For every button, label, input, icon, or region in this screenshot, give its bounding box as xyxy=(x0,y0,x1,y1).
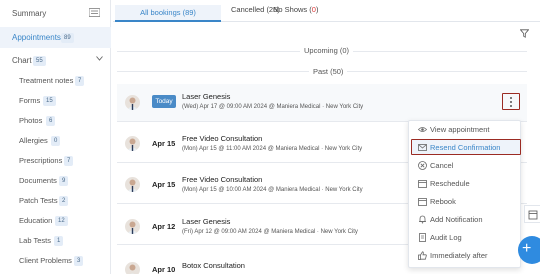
tab-no-shows-suffix: ) xyxy=(315,5,319,14)
photos-count-badge: 6 xyxy=(46,116,56,126)
kebab-icon xyxy=(510,101,512,103)
avatar xyxy=(125,177,140,192)
menu-item-immediately-after[interactable]: Immediately after xyxy=(409,247,522,265)
sidebar: Summary Appointments 89 Chart 55 Treatme… xyxy=(0,0,111,274)
filter-icon[interactable] xyxy=(520,29,529,38)
calendar-icon xyxy=(418,180,427,188)
booking-title[interactable]: Free Video Consultation xyxy=(182,175,262,184)
sidebar-item-photos[interactable]: Photos xyxy=(19,116,42,125)
eye-icon xyxy=(418,127,427,132)
booking-date: Apr 15 xyxy=(152,139,176,148)
sidebar-item-forms[interactable]: Forms xyxy=(19,96,40,105)
booking-details: (Fri) Apr 12 @ 09:00 AM 2024 @ Maniera M… xyxy=(182,229,358,235)
menu-item-add-notification[interactable]: Add Notification xyxy=(409,211,522,229)
menu-item-view-appointment[interactable]: View appointment xyxy=(409,121,522,139)
chevron-down-icon[interactable] xyxy=(96,56,103,61)
thumbs-up-icon xyxy=(418,251,427,260)
booking-details: (Mon) Apr 15 @ 11:00 AM 2024 @ Maniera M… xyxy=(182,146,363,152)
tab-no-shows-prefix: No Shows ( xyxy=(273,5,312,14)
patch-tests-count-badge: 2 xyxy=(59,196,69,206)
upcoming-header: Upcoming (0) xyxy=(300,46,354,55)
tab-all-bookings[interactable]: All bookings (89) xyxy=(115,5,221,22)
lab-tests-count-badge: 1 xyxy=(54,236,64,246)
menu-item-resend-confirmation[interactable]: Resend Confirmation xyxy=(411,139,521,155)
menu-item-label: Resend Confirmation xyxy=(430,143,501,152)
sidebar-item-prescriptions[interactable]: Prescriptions xyxy=(19,156,62,165)
today-badge: Today xyxy=(152,95,176,108)
menu-item-label: Add Notification xyxy=(430,215,483,224)
booking-title[interactable]: Free Video Consultation xyxy=(182,134,262,143)
more-options-button[interactable] xyxy=(502,93,520,110)
booking-title[interactable]: Laser Genesis xyxy=(182,92,230,101)
sidebar-item-patch-tests[interactable]: Patch Tests xyxy=(19,196,58,205)
sidebar-item-allergies[interactable]: Allergies xyxy=(19,136,48,145)
education-count-badge: 12 xyxy=(55,216,68,226)
booking-date: Apr 10 xyxy=(152,265,176,274)
sidebar-item-summary[interactable]: Summary xyxy=(12,9,46,18)
kebab-icon xyxy=(510,105,512,107)
booking-actions-menu: View appointment Resend Confirmation Can… xyxy=(408,120,521,268)
menu-item-label: Cancel xyxy=(430,161,454,170)
sidebar-item-documents[interactable]: Documents xyxy=(19,176,57,185)
avatar xyxy=(125,219,140,234)
tab-no-shows[interactable]: No Shows (0) xyxy=(273,5,318,22)
treatment-notes-count-badge: 7 xyxy=(75,76,85,86)
menu-item-label: Audit Log xyxy=(430,233,462,242)
booking-row[interactable]: Today Laser Genesis (Wed) Apr 17 @ 09:00… xyxy=(117,84,527,122)
sidebar-item-client-problems[interactable]: Client Problems xyxy=(19,256,72,265)
booking-details: (Mon) Apr 15 @ 10:00 AM 2024 @ Maniera M… xyxy=(182,187,363,193)
client-problems-count-badge: 3 xyxy=(74,256,84,266)
booking-date: Apr 15 xyxy=(152,180,176,189)
menu-item-rebook[interactable]: Rebook xyxy=(409,193,522,211)
menu-item-reschedule[interactable]: Reschedule xyxy=(409,175,522,193)
menu-item-label: Rebook xyxy=(430,197,456,206)
appointments-count-badge: 89 xyxy=(61,33,74,43)
past-header: Past (50) xyxy=(309,67,348,76)
document-icon xyxy=(419,233,426,242)
booking-tabs: All bookings (89) Cancelled (26) No Show… xyxy=(113,0,540,22)
sidebar-item-treatment-notes[interactable]: Treatment notes xyxy=(19,76,73,85)
documents-count-badge: 9 xyxy=(59,176,69,186)
menu-item-label: Immediately after xyxy=(430,251,488,260)
avatar xyxy=(125,136,140,151)
booking-details: (Wed) Apr 17 @ 09:00 AM 2024 @ Maniera M… xyxy=(182,104,364,110)
menu-item-label: View appointment xyxy=(430,125,490,134)
forms-count-badge: 15 xyxy=(43,96,56,106)
sidebar-item-appointments-label[interactable]: Appointments xyxy=(12,33,61,42)
booking-title[interactable]: Laser Genesis xyxy=(182,217,230,226)
allergies-count-badge: 0 xyxy=(51,136,61,146)
envelope-icon xyxy=(418,144,427,151)
menu-list-icon[interactable] xyxy=(89,8,100,17)
avatar xyxy=(125,95,140,110)
calendar-icon xyxy=(528,210,538,220)
menu-item-audit-log[interactable]: Audit Log xyxy=(409,229,522,247)
menu-item-cancel[interactable]: Cancel xyxy=(409,157,522,175)
calendar-icon xyxy=(418,198,427,206)
kebab-icon xyxy=(510,97,512,99)
booking-date: Apr 12 xyxy=(152,222,176,231)
avatar xyxy=(125,262,140,274)
chart-count-badge: 55 xyxy=(33,56,46,66)
bell-icon xyxy=(419,215,426,224)
booking-title[interactable]: Botox Consultation xyxy=(182,261,245,270)
add-floating-button[interactable]: + xyxy=(518,236,540,264)
side-calendar-button[interactable] xyxy=(524,205,540,223)
sidebar-item-education[interactable]: Education xyxy=(19,216,52,225)
sidebar-item-chart[interactable]: Chart xyxy=(12,56,32,65)
cancel-circle-icon xyxy=(418,161,427,170)
prescriptions-count-badge: 7 xyxy=(64,156,74,166)
menu-item-label: Reschedule xyxy=(430,179,470,188)
sidebar-item-lab-tests[interactable]: Lab Tests xyxy=(19,236,51,245)
